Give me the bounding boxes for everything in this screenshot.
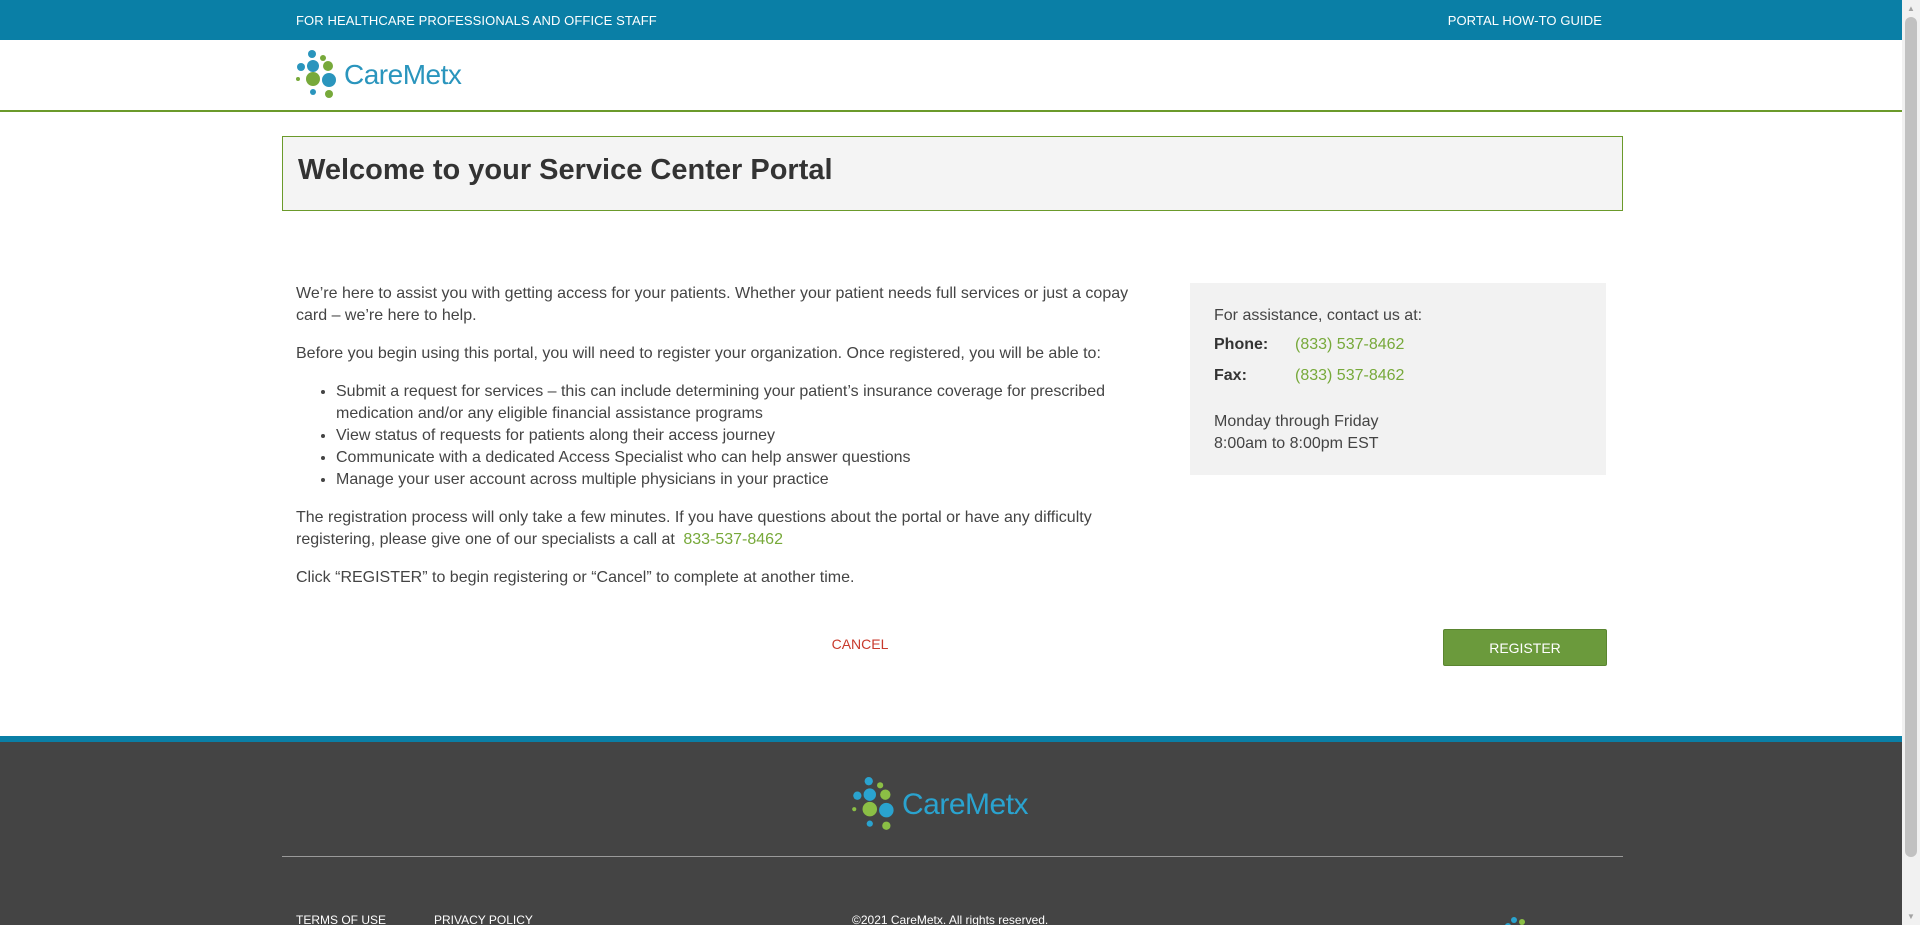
- footer-logo[interactable]: CareMetx: [852, 776, 1029, 834]
- intro-paragraph-4: Click “REGISTER” to begin registering or…: [296, 569, 855, 586]
- footer-divider: [282, 856, 1623, 857]
- scrollbar-thumb[interactable]: [1905, 17, 1917, 857]
- copyright: ©2021 CareMetx. All rights reserved.: [852, 913, 1049, 925]
- welcome-banner: Welcome to your Service Center Portal: [282, 136, 1623, 211]
- footer-logo-text: CareMetx: [902, 788, 1029, 821]
- phone-row: Phone: (833) 537-8462: [1214, 329, 1422, 360]
- portal-guide-link[interactable]: PORTAL HOW-TO GUIDE: [1448, 13, 1602, 28]
- footer-links: TERMS OF USE PRIVACY POLICY: [296, 913, 533, 925]
- benefits-list: Submit a request for services – this can…: [296, 381, 1136, 491]
- caremetx-dots-icon: [852, 777, 894, 830]
- site-footer: CareMetx TERMS OF USE PRIVACY POLICY ©20…: [0, 736, 1902, 925]
- fax-link[interactable]: (833) 537-8462: [1295, 367, 1404, 385]
- list-item: Communicate with a dedicated Access Spec…: [336, 447, 1136, 469]
- page-scrollbar[interactable]: ▲ ▼: [1902, 0, 1920, 925]
- privacy-policy-link[interactable]: PRIVACY POLICY: [434, 913, 533, 925]
- intro-paragraph-1: We’re here to assist you with getting ac…: [296, 285, 1129, 324]
- contact-heading: For assistance, contact us at:: [1214, 307, 1423, 324]
- list-item: Submit a request for services – this can…: [336, 381, 1136, 425]
- phone-label: Phone:: [1214, 335, 1269, 353]
- business-time: 8:00am to 8:00pm EST: [1214, 435, 1379, 452]
- intro-text: We’re here to assist you with getting ac…: [296, 283, 1136, 605]
- audience-label: FOR HEALTHCARE PROFESSIONALS AND OFFICE …: [296, 12, 657, 28]
- phone-link[interactable]: (833) 537-8462: [1295, 336, 1404, 354]
- contact-box: For assistance, contact us at: Phone: (8…: [1190, 283, 1606, 475]
- list-item: View status of requests for patients alo…: [336, 425, 1136, 447]
- site-header: CareMetx: [0, 40, 1902, 112]
- page-title: Welcome to your Service Center Portal: [298, 154, 833, 186]
- intro-paragraph-3: The registration process will only take …: [296, 507, 1136, 551]
- business-days: Monday through Friday: [1214, 413, 1379, 430]
- specialist-phone-link[interactable]: 833-537-8462: [683, 531, 783, 548]
- intro-paragraph-2: Before you begin using this portal, you …: [296, 345, 1101, 362]
- business-hours: Monday through Friday 8:00am to 8:00pm E…: [1214, 411, 1422, 455]
- fax-row: Fax: (833) 537-8462: [1214, 360, 1422, 391]
- scroll-down-arrow-icon[interactable]: ▼: [1902, 908, 1920, 925]
- list-item: Manage your user account across multiple…: [336, 469, 1136, 491]
- footer-mini-logo-icon: [1505, 917, 1525, 925]
- fax-label: Fax:: [1214, 366, 1247, 384]
- cancel-button[interactable]: CANCEL: [820, 636, 900, 652]
- header-logo[interactable]: CareMetx: [296, 48, 462, 102]
- header-logo-text: CareMetx: [344, 59, 462, 90]
- scroll-up-arrow-icon[interactable]: ▲: [1902, 0, 1920, 17]
- top-bar: FOR HEALTHCARE PROFESSIONALS AND OFFICE …: [0, 0, 1902, 40]
- caremetx-dots-icon: [296, 50, 336, 98]
- page: FOR HEALTHCARE PROFESSIONALS AND OFFICE …: [0, 0, 1902, 925]
- terms-of-use-link[interactable]: TERMS OF USE: [296, 913, 386, 925]
- register-button[interactable]: REGISTER: [1443, 629, 1607, 666]
